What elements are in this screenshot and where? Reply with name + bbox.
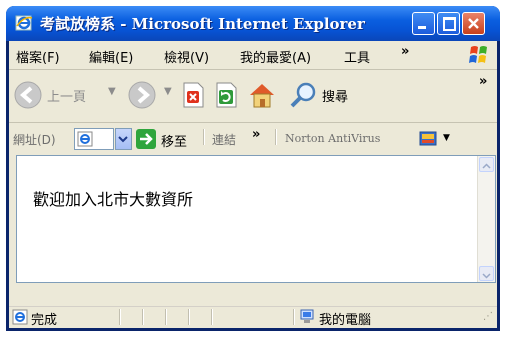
divider — [142, 309, 144, 325]
norton-antivirus-icon[interactable] — [419, 130, 437, 148]
back-dropdown-icon[interactable]: ▼ — [108, 86, 116, 97]
forward-arrow-icon — [128, 81, 156, 109]
back-label: 上一頁 — [47, 90, 87, 105]
go-arrow-icon — [136, 129, 156, 149]
home-button[interactable] — [247, 80, 277, 114]
back-button[interactable] — [13, 80, 43, 114]
my-computer-icon — [300, 309, 314, 323]
welcome-text: 歡迎加入北市大數資所 — [33, 190, 194, 209]
divider — [293, 309, 295, 325]
divider — [211, 309, 213, 325]
address-input[interactable] — [74, 128, 114, 150]
stop-icon — [183, 82, 204, 108]
vertical-scrollbar[interactable] — [477, 156, 495, 282]
menu-bar: 檔案(F) 編輯(E) 檢視(V) 我的最愛(A) 工具 » — [9, 41, 497, 70]
refresh-button[interactable] — [214, 82, 238, 112]
chevron-down-icon — [118, 136, 128, 143]
chevron-up-icon — [482, 163, 491, 169]
menu-favorites[interactable]: 我的最愛(A) — [240, 47, 311, 66]
search-icon — [290, 82, 316, 108]
ie-logo-icon — [15, 15, 33, 31]
scroll-up-button[interactable] — [479, 157, 494, 172]
page-icon — [77, 131, 93, 147]
menu-tools[interactable]: 工具 — [344, 47, 370, 66]
stop-button[interactable] — [181, 82, 205, 112]
forward-button[interactable] — [127, 80, 157, 114]
go-button[interactable] — [135, 128, 157, 154]
menu-view[interactable]: 檢視(V) — [164, 47, 209, 66]
menu-file[interactable]: 檔案(F) — [16, 47, 60, 66]
chevron-down-icon — [482, 273, 491, 279]
page-done-icon — [12, 309, 28, 325]
address-dropdown-button[interactable] — [115, 128, 132, 150]
menu-overflow[interactable]: » — [401, 44, 409, 59]
norton-label[interactable]: Norton AntiVirus — [285, 132, 380, 145]
forward-dropdown-icon[interactable]: ▼ — [164, 86, 172, 97]
links-label[interactable]: 連結 — [212, 131, 236, 148]
divider — [165, 309, 167, 325]
standard-toolbar: 上一頁 ▼ ▼ 搜尋 » — [9, 70, 497, 123]
resize-grip-icon[interactable]: ⋰ — [483, 311, 493, 322]
maximize-icon — [443, 17, 456, 31]
address-label: 網址(D) — [13, 133, 56, 147]
search-label: 搜尋 — [322, 90, 349, 105]
search-button[interactable] — [289, 80, 319, 114]
norton-dropdown-icon[interactable]: ▼ — [443, 133, 450, 143]
toolbar-overflow[interactable]: » — [479, 74, 487, 89]
minimize-button[interactable] — [412, 12, 435, 35]
back-arrow-icon — [14, 81, 42, 109]
divider — [119, 309, 121, 325]
title-bar[interactable]: 考試放榜系 - Microsoft Internet Explorer — [6, 6, 500, 41]
maximize-button[interactable] — [437, 12, 460, 35]
home-icon — [250, 84, 274, 108]
divider — [275, 129, 277, 145]
close-icon — [468, 18, 479, 29]
status-text: 完成 — [31, 313, 58, 328]
zone-text: 我的電腦 — [319, 313, 372, 328]
divider — [203, 129, 205, 145]
go-label[interactable]: 移至 — [161, 131, 187, 150]
links-overflow[interactable]: » — [252, 127, 260, 142]
window-title: 考試放榜系 - Microsoft Internet Explorer — [40, 15, 365, 33]
close-button[interactable] — [462, 12, 485, 35]
status-bar: 完成 我的電腦 ⋰ — [9, 306, 497, 328]
browser-chrome: 檔案(F) 編輯(E) 檢視(V) 我的最愛(A) 工具 » 上一頁 ▼ ▼ 搜… — [9, 41, 497, 328]
refresh-icon — [216, 82, 237, 108]
page-content: 歡迎加入北市大數資所 — [16, 155, 496, 283]
windows-logo-icon — [469, 46, 487, 63]
menu-edit[interactable]: 編輯(E) — [89, 47, 133, 66]
scroll-down-button[interactable] — [479, 266, 494, 281]
minimize-icon — [418, 26, 426, 29]
browser-window: 考試放榜系 - Microsoft Internet Explorer 檔案(F… — [6, 6, 500, 331]
address-bar: 網址(D) 移至 連結 » Norton AntiVirus ▼ — [9, 123, 497, 155]
divider — [188, 309, 190, 325]
